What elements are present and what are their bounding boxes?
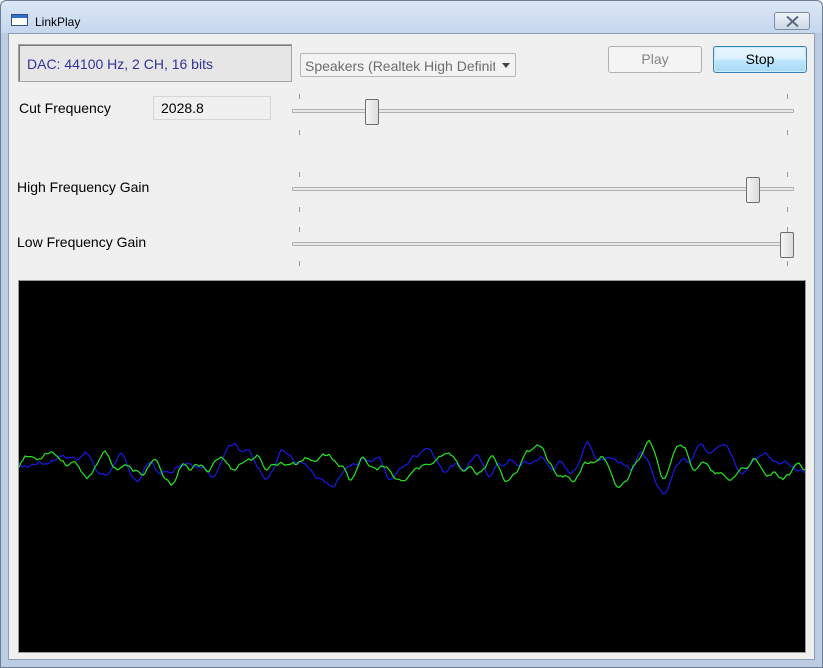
app-window: LinkPlay DAC: 44100 Hz, 2 CH, 16 bits Sp… xyxy=(0,0,823,668)
slider-tick xyxy=(787,94,788,99)
output-device-dropdown[interactable]: Speakers (Realtek High Definition Audio) xyxy=(300,53,516,77)
high-frequency-gain-slider-thumb[interactable] xyxy=(745,177,760,203)
low-frequency-gain-slider-thumb[interactable] xyxy=(780,232,794,258)
dac-status-text: DAC: 44100 Hz, 2 CH, 16 bits xyxy=(27,56,213,72)
waveform-channel-2 xyxy=(18,439,806,489)
slider-tick xyxy=(299,227,300,232)
client-area: DAC: 44100 Hz, 2 CH, 16 bits Speakers (R… xyxy=(8,33,815,660)
oscilloscope-display xyxy=(18,280,806,653)
slider-tick xyxy=(787,172,788,177)
slider-tick xyxy=(787,207,788,212)
close-button[interactable] xyxy=(774,12,810,30)
app-window-icon xyxy=(11,14,28,26)
slider-tick xyxy=(787,130,788,135)
stop-button[interactable]: Stop xyxy=(713,46,807,73)
title-bar[interactable]: LinkPlay xyxy=(1,1,822,33)
low-frequency-gain-slider-track[interactable] xyxy=(292,242,794,246)
cut-frequency-value: 2028.8 xyxy=(161,100,204,116)
high-frequency-gain-slider-track[interactable] xyxy=(292,187,794,191)
slider-tick xyxy=(299,207,300,212)
high-frequency-gain-label: High Frequency Gain xyxy=(17,179,150,195)
waveform-channel-1 xyxy=(18,441,806,495)
chevron-down-icon[interactable] xyxy=(502,63,510,68)
cut-frequency-field[interactable]: 2028.8 xyxy=(153,96,271,120)
slider-tick xyxy=(299,130,300,135)
waveform-plot xyxy=(18,439,806,495)
close-icon xyxy=(786,16,799,27)
slider-tick xyxy=(299,94,300,99)
play-button[interactable]: Play xyxy=(608,46,702,73)
slider-tick xyxy=(299,172,300,177)
dac-status-box: DAC: 44100 Hz, 2 CH, 16 bits xyxy=(18,44,292,82)
cut-frequency-slider-thumb[interactable] xyxy=(365,99,380,125)
low-frequency-gain-label: Low Frequency Gain xyxy=(17,234,147,250)
slider-tick xyxy=(299,261,300,266)
window-title: LinkPlay xyxy=(35,15,81,29)
slider-tick xyxy=(787,261,788,266)
cut-frequency-label: Cut Frequency xyxy=(19,100,111,116)
output-device-selected: Speakers (Realtek High Definition Audio) xyxy=(305,58,495,74)
